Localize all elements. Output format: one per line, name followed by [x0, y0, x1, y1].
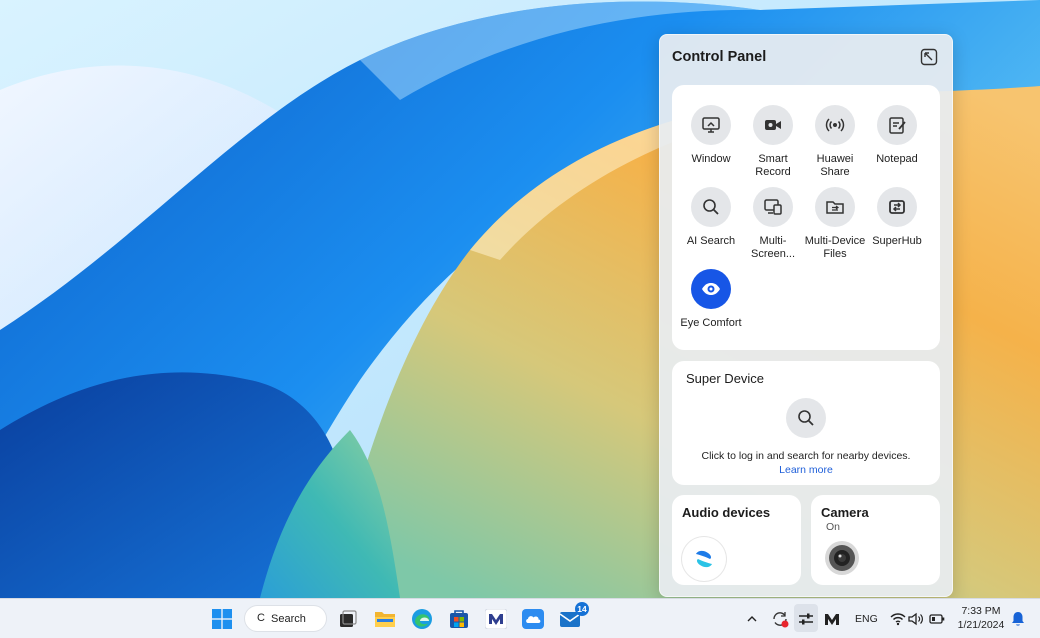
audio-devices-title: Audio devices [682, 505, 771, 520]
camera-card[interactable]: Camera On [811, 495, 940, 585]
tile-label: SuperHub [872, 235, 922, 247]
sync-status-button[interactable] [768, 607, 792, 631]
file-explorer-button[interactable] [373, 607, 397, 631]
super-device-card: Super Device Click to log in and search … [672, 361, 940, 485]
camera-status: On [826, 521, 841, 533]
bell-icon [1012, 612, 1024, 626]
control-panel: Control Panel Window Smart Record Huawei… [659, 34, 953, 597]
tile-label: Eye Comfort [680, 317, 742, 329]
learn-more-link[interactable]: Learn more [779, 464, 833, 476]
tile-label: Multi-Screen... [750, 235, 796, 260]
sliders-icon [799, 613, 813, 625]
tile-notepad[interactable]: Notepad [864, 105, 930, 166]
edge-button[interactable] [410, 607, 434, 631]
cloud-button[interactable] [521, 607, 545, 631]
tile-superhub[interactable]: SuperHub [864, 187, 930, 248]
search-icon [691, 187, 731, 227]
tile-label: AI Search [686, 235, 736, 247]
panel-title: Control Panel [672, 49, 767, 65]
camera-title: Camera [821, 505, 869, 520]
control-panel-button[interactable] [794, 607, 818, 631]
window-cast-icon [691, 105, 731, 145]
tile-label: Huawei Share [816, 153, 854, 178]
sync-icon [773, 612, 789, 628]
store-icon [450, 610, 468, 628]
audio-app-icon[interactable] [682, 537, 726, 581]
clock-date[interactable]: 1/21/2024 [952, 619, 1010, 631]
collapse-panel-icon[interactable] [920, 48, 938, 66]
camera-lens-icon[interactable] [825, 541, 859, 575]
tile-multi-screen[interactable]: Multi-Screen... [740, 187, 806, 261]
video-record-icon [753, 105, 793, 145]
notepad-icon [877, 105, 917, 145]
pc-manager-tray-button[interactable] [820, 607, 844, 631]
task-view-button[interactable] [336, 607, 360, 631]
multi-screen-icon [753, 187, 793, 227]
tile-label: Smart Record [755, 153, 791, 178]
wireless-share-icon [815, 105, 855, 145]
quick-actions-card: Window Smart Record Huawei Share Notepad… [672, 85, 940, 350]
tile-label: Notepad [876, 153, 918, 165]
tile-ai-search[interactable]: AI Search [678, 187, 744, 248]
notifications-button[interactable] [1006, 607, 1030, 631]
edge-browser-icon [412, 609, 432, 629]
tile-huawei-share[interactable]: Huawei Share [802, 105, 868, 179]
description-text: Click to log in and search for nearby de… [701, 450, 911, 462]
tile-window[interactable]: Window [678, 105, 744, 166]
search-glyph-icon: C [257, 612, 265, 624]
show-hidden-icons-button[interactable] [740, 607, 764, 631]
language-indicator[interactable]: ENG [855, 613, 878, 625]
tile-eye-comfort[interactable]: Eye Comfort [678, 269, 744, 330]
speaker-icon [908, 612, 923, 626]
pc-manager-button[interactable] [484, 607, 508, 631]
cloud-icon [522, 609, 544, 629]
folder-icon [375, 612, 395, 627]
battery-icon [929, 614, 945, 624]
pc-manager-tray-icon [825, 614, 839, 625]
pc-manager-icon [485, 609, 507, 629]
tile-smart-record[interactable]: Smart Record [740, 105, 806, 179]
mail-badge: 14 [575, 602, 589, 616]
eye-icon [691, 269, 731, 309]
windows-logo-icon [212, 609, 232, 629]
mail-button[interactable]: 14 [558, 602, 589, 631]
audio-devices-card[interactable]: Audio devices [672, 495, 801, 585]
folder-share-icon [815, 187, 855, 227]
tile-multi-device-files[interactable]: Multi-Device Files [802, 187, 868, 261]
taskbar-search-box[interactable]: C Search [244, 605, 327, 632]
store-button[interactable] [447, 607, 471, 631]
battery-button[interactable] [925, 607, 949, 631]
task-view-icon [340, 610, 357, 627]
search-label: Search [271, 612, 306, 625]
super-device-description: Click to log in and search for nearby de… [688, 449, 924, 477]
tile-label: Multi-Device Files [804, 235, 866, 260]
start-button[interactable] [210, 607, 234, 631]
chevron-up-icon [747, 616, 757, 622]
clock-time[interactable]: 7:33 PM [956, 605, 1006, 617]
search-icon [798, 410, 814, 426]
taskbar: C Search 14 ENG 7:33 PM 1/21/2024 [0, 598, 1040, 638]
tile-label: Window [691, 153, 731, 165]
super-device-title: Super Device [686, 371, 765, 386]
device-search-button[interactable] [786, 398, 826, 438]
superhub-icon [877, 187, 917, 227]
